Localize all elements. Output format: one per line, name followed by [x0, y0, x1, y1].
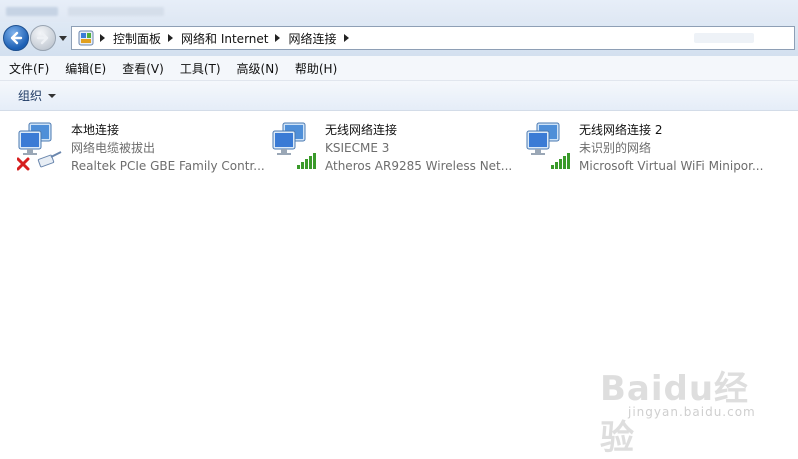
connection-name: 无线网络连接 2	[579, 123, 663, 137]
breadcrumb-separator[interactable]	[270, 28, 286, 48]
menu-help[interactable]: 帮助(H)	[288, 60, 344, 77]
navigation-bar: 控制面板 网络和 Internet 网络连接	[0, 22, 798, 56]
wired-network-icon	[17, 122, 62, 171]
connection-status: 未识别的网络	[579, 141, 652, 155]
chevron-right-icon	[100, 34, 105, 42]
chevron-right-icon	[168, 34, 174, 42]
connection-status: 网络电缆被拔出	[71, 141, 156, 155]
breadcrumb-control-panel[interactable]: 控制面板	[111, 30, 163, 47]
organize-button[interactable]: 组织	[18, 87, 57, 104]
breadcrumb-separator[interactable]	[163, 28, 179, 48]
menu-tools[interactable]: 工具(T)	[173, 60, 228, 77]
breadcrumb-separator[interactable]	[339, 28, 355, 48]
back-button[interactable]	[3, 25, 29, 51]
signal-bars-icon	[551, 153, 570, 169]
window-title-bar	[0, 0, 798, 22]
chevron-right-icon	[275, 34, 281, 42]
connection-device: Realtek PCIe GBE Family Contr...	[71, 159, 265, 173]
connection-item-local[interactable]: 本地连接 网络电缆被拔出 Realtek PCIe GBE Family Con…	[17, 121, 267, 177]
chevron-down-icon	[48, 93, 57, 98]
watermark-url: jingyan.baidu.com	[628, 405, 756, 419]
title-blur-1	[6, 7, 58, 16]
menu-edit[interactable]: 编辑(E)	[58, 60, 113, 77]
address-bar-blur	[694, 33, 754, 43]
signal-bars-icon	[297, 153, 316, 169]
breadcrumb-separator[interactable]	[95, 28, 111, 48]
wireless-network-icon	[272, 122, 316, 169]
command-bar: 组织	[0, 81, 798, 111]
menu-bar: 文件(F) 编辑(E) 查看(V) 工具(T) 高级(N) 帮助(H)	[0, 56, 798, 81]
connections-list: 本地连接 网络电缆被拔出 Realtek PCIe GBE Family Con…	[0, 111, 798, 458]
baidu-watermark: Baidu经验 jingyan.baidu.com	[600, 361, 780, 458]
breadcrumb-network-internet[interactable]: 网络和 Internet	[179, 30, 270, 47]
connection-status: KSIECME 3	[325, 141, 390, 155]
chevron-right-icon	[343, 34, 349, 42]
recent-pages-dropdown[interactable]	[58, 34, 68, 44]
forward-button[interactable]	[30, 25, 56, 51]
connection-device: Microsoft Virtual WiFi Minipor...	[579, 159, 764, 173]
control-panel-icon	[78, 30, 94, 46]
breadcrumb-network-connections[interactable]: 网络连接	[286, 30, 338, 47]
connection-name: 无线网络连接	[325, 123, 398, 137]
connection-item-wireless[interactable]: 无线网络连接 KSIECME 3 Atheros AR9285 Wireless…	[271, 121, 521, 177]
menu-view[interactable]: 查看(V)	[115, 60, 171, 77]
menu-file[interactable]: 文件(F)	[2, 60, 56, 77]
connection-name: 本地连接	[71, 123, 120, 137]
organize-label: 组织	[18, 89, 43, 103]
address-bar[interactable]: 控制面板 网络和 Internet 网络连接	[71, 26, 795, 50]
error-x-icon	[17, 157, 30, 171]
menu-advanced[interactable]: 高级(N)	[230, 60, 286, 77]
cable-plug-icon	[37, 151, 62, 168]
chevron-down-icon	[59, 36, 67, 41]
connection-item-wireless-2[interactable]: 无线网络连接 2 未识别的网络 Microsoft Virtual WiFi M…	[525, 121, 775, 177]
arrow-right-icon	[36, 31, 49, 45]
wireless-network-icon	[526, 122, 570, 169]
connection-device: Atheros AR9285 Wireless Net...	[325, 159, 513, 173]
title-blur-2	[68, 7, 164, 16]
arrow-left-icon	[10, 31, 23, 45]
